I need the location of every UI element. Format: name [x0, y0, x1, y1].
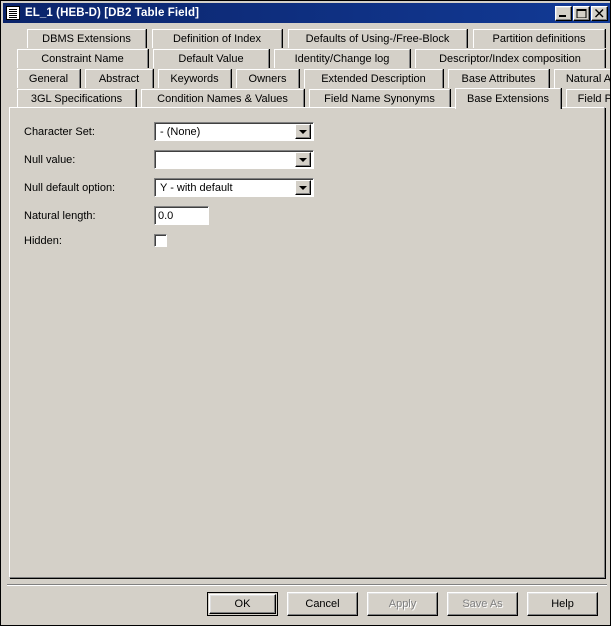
minimize-icon[interactable] — [555, 6, 572, 21]
tab-defaults-of-using-free-block[interactable]: Defaults of Using-/Free-Block — [288, 29, 467, 48]
tab-label: Defaults of Using-/Free-Block — [306, 33, 450, 45]
field-row-null-value: Null value: — [24, 150, 314, 169]
tab-label: Partition definitions — [493, 33, 586, 45]
null-default-option-label: Null default option: — [24, 182, 154, 194]
close-icon[interactable] — [591, 6, 608, 21]
tab-strip: DBMS Extensions Definition of Index Defa… — [9, 29, 605, 109]
cancel-button-label: Cancel — [305, 598, 339, 610]
tab-row-4: 3GL Specifications Condition Names & Val… — [9, 89, 605, 109]
chevron-down-icon[interactable] — [295, 152, 311, 167]
tab-descriptor-index-composition[interactable]: Descriptor/Index composition — [415, 49, 605, 68]
tab-label: Base Extensions — [467, 93, 549, 105]
tab-label: Condition Names & Values — [157, 93, 288, 105]
tab-default-value[interactable]: Default Value — [153, 49, 269, 68]
tab-label: Field Procedure — [578, 93, 611, 105]
title-bar[interactable]: EL_1 (HEB-D) [DB2 Table Field] — [3, 3, 610, 23]
apply-button-label: Apply — [389, 598, 417, 610]
field-row-natural-length: Natural length: 0.0 — [24, 206, 209, 225]
tab-partition-definitions[interactable]: Partition definitions — [473, 29, 605, 48]
null-value-label: Null value: — [24, 154, 154, 166]
tab-owners[interactable]: Owners — [236, 69, 299, 88]
field-row-character-set: Character Set: - (None) — [24, 122, 314, 141]
help-button[interactable]: Help — [527, 592, 598, 616]
tab-field-name-synonyms[interactable]: Field Name Synonyms — [309, 89, 450, 108]
tab-label: Descriptor/Index composition — [439, 53, 581, 65]
maximize-icon[interactable] — [573, 6, 590, 21]
help-button-label: Help — [551, 598, 574, 610]
tab-label: Base Attributes — [462, 73, 536, 85]
tab-definition-of-index[interactable]: Definition of Index — [152, 29, 282, 48]
hidden-label: Hidden: — [24, 235, 154, 247]
field-row-null-default-option: Null default option: Y - with default — [24, 178, 314, 197]
tab-dbms-extensions[interactable]: DBMS Extensions — [27, 29, 146, 48]
dialog-window: EL_1 (HEB-D) [DB2 Table Field] DBMS Exte… — [0, 0, 611, 626]
tab-base-extensions[interactable]: Base Extensions — [455, 88, 561, 109]
natural-length-input[interactable]: 0.0 — [154, 206, 209, 225]
field-row-hidden: Hidden: — [24, 234, 167, 247]
save-as-button: Save As — [447, 592, 518, 616]
apply-button: Apply — [367, 592, 438, 616]
tab-label: 3GL Specifications — [31, 93, 122, 105]
cancel-button[interactable]: Cancel — [287, 592, 358, 616]
tab-content-panel: Character Set: - (None) Null value: Null… — [9, 107, 605, 578]
tab-identity-change-log[interactable]: Identity/Change log — [274, 49, 410, 68]
tab-label: Keywords — [170, 73, 218, 85]
tab-condition-names-values[interactable]: Condition Names & Values — [141, 89, 304, 108]
ok-button-label: OK — [235, 598, 251, 610]
tab-abstract[interactable]: Abstract — [85, 69, 153, 88]
tab-label: Default Value — [178, 53, 243, 65]
tab-row-3: General Abstract Keywords Owners Extende… — [9, 69, 605, 88]
tab-keywords[interactable]: Keywords — [158, 69, 231, 88]
hidden-checkbox[interactable] — [154, 234, 167, 247]
character-set-combobox[interactable]: - (None) — [154, 122, 314, 141]
button-bar: OK Cancel Apply Save As Help — [1, 592, 611, 618]
null-default-option-value: Y - with default — [155, 182, 295, 194]
tab-label: Abstract — [99, 73, 139, 85]
tab-base-attributes[interactable]: Base Attributes — [448, 69, 549, 88]
chevron-down-icon[interactable] — [295, 124, 311, 139]
document-list-icon — [6, 6, 20, 20]
tab-label: Extended Description — [321, 73, 426, 85]
tab-field-procedure[interactable]: Field Procedure — [566, 89, 611, 108]
ok-button[interactable]: OK — [207, 592, 278, 616]
character-set-label: Character Set: — [24, 126, 154, 138]
natural-length-label: Natural length: — [24, 210, 154, 222]
tab-general[interactable]: General — [17, 69, 80, 88]
tab-extended-description[interactable]: Extended Description — [304, 69, 443, 88]
tab-row-1: DBMS Extensions Definition of Index Defa… — [9, 29, 605, 48]
save-as-button-label: Save As — [462, 598, 502, 610]
tab-constraint-name[interactable]: Constraint Name — [17, 49, 148, 68]
null-value-combobox[interactable] — [154, 150, 314, 169]
tab-natural-attributes[interactable]: Natural Attributes — [554, 69, 611, 88]
chevron-down-icon[interactable] — [295, 180, 311, 195]
tab-row-2: Constraint Name Default Value Identity/C… — [9, 49, 605, 68]
tab-label: Constraint Name — [41, 53, 124, 65]
tab-3gl-specifications[interactable]: 3GL Specifications — [17, 89, 136, 108]
tab-label: Owners — [249, 73, 287, 85]
tab-label: Identity/Change log — [295, 53, 390, 65]
tab-label: DBMS Extensions — [42, 33, 131, 45]
tab-label: Field Name Synonyms — [324, 93, 435, 105]
tab-label: General — [29, 73, 68, 85]
window-title: EL_1 (HEB-D) [DB2 Table Field] — [25, 7, 554, 19]
character-set-value: - (None) — [155, 126, 295, 138]
tab-label: Natural Attributes — [566, 73, 611, 85]
button-bar-separator — [7, 584, 607, 586]
null-default-option-combobox[interactable]: Y - with default — [154, 178, 314, 197]
tab-label: Definition of Index — [173, 33, 261, 45]
